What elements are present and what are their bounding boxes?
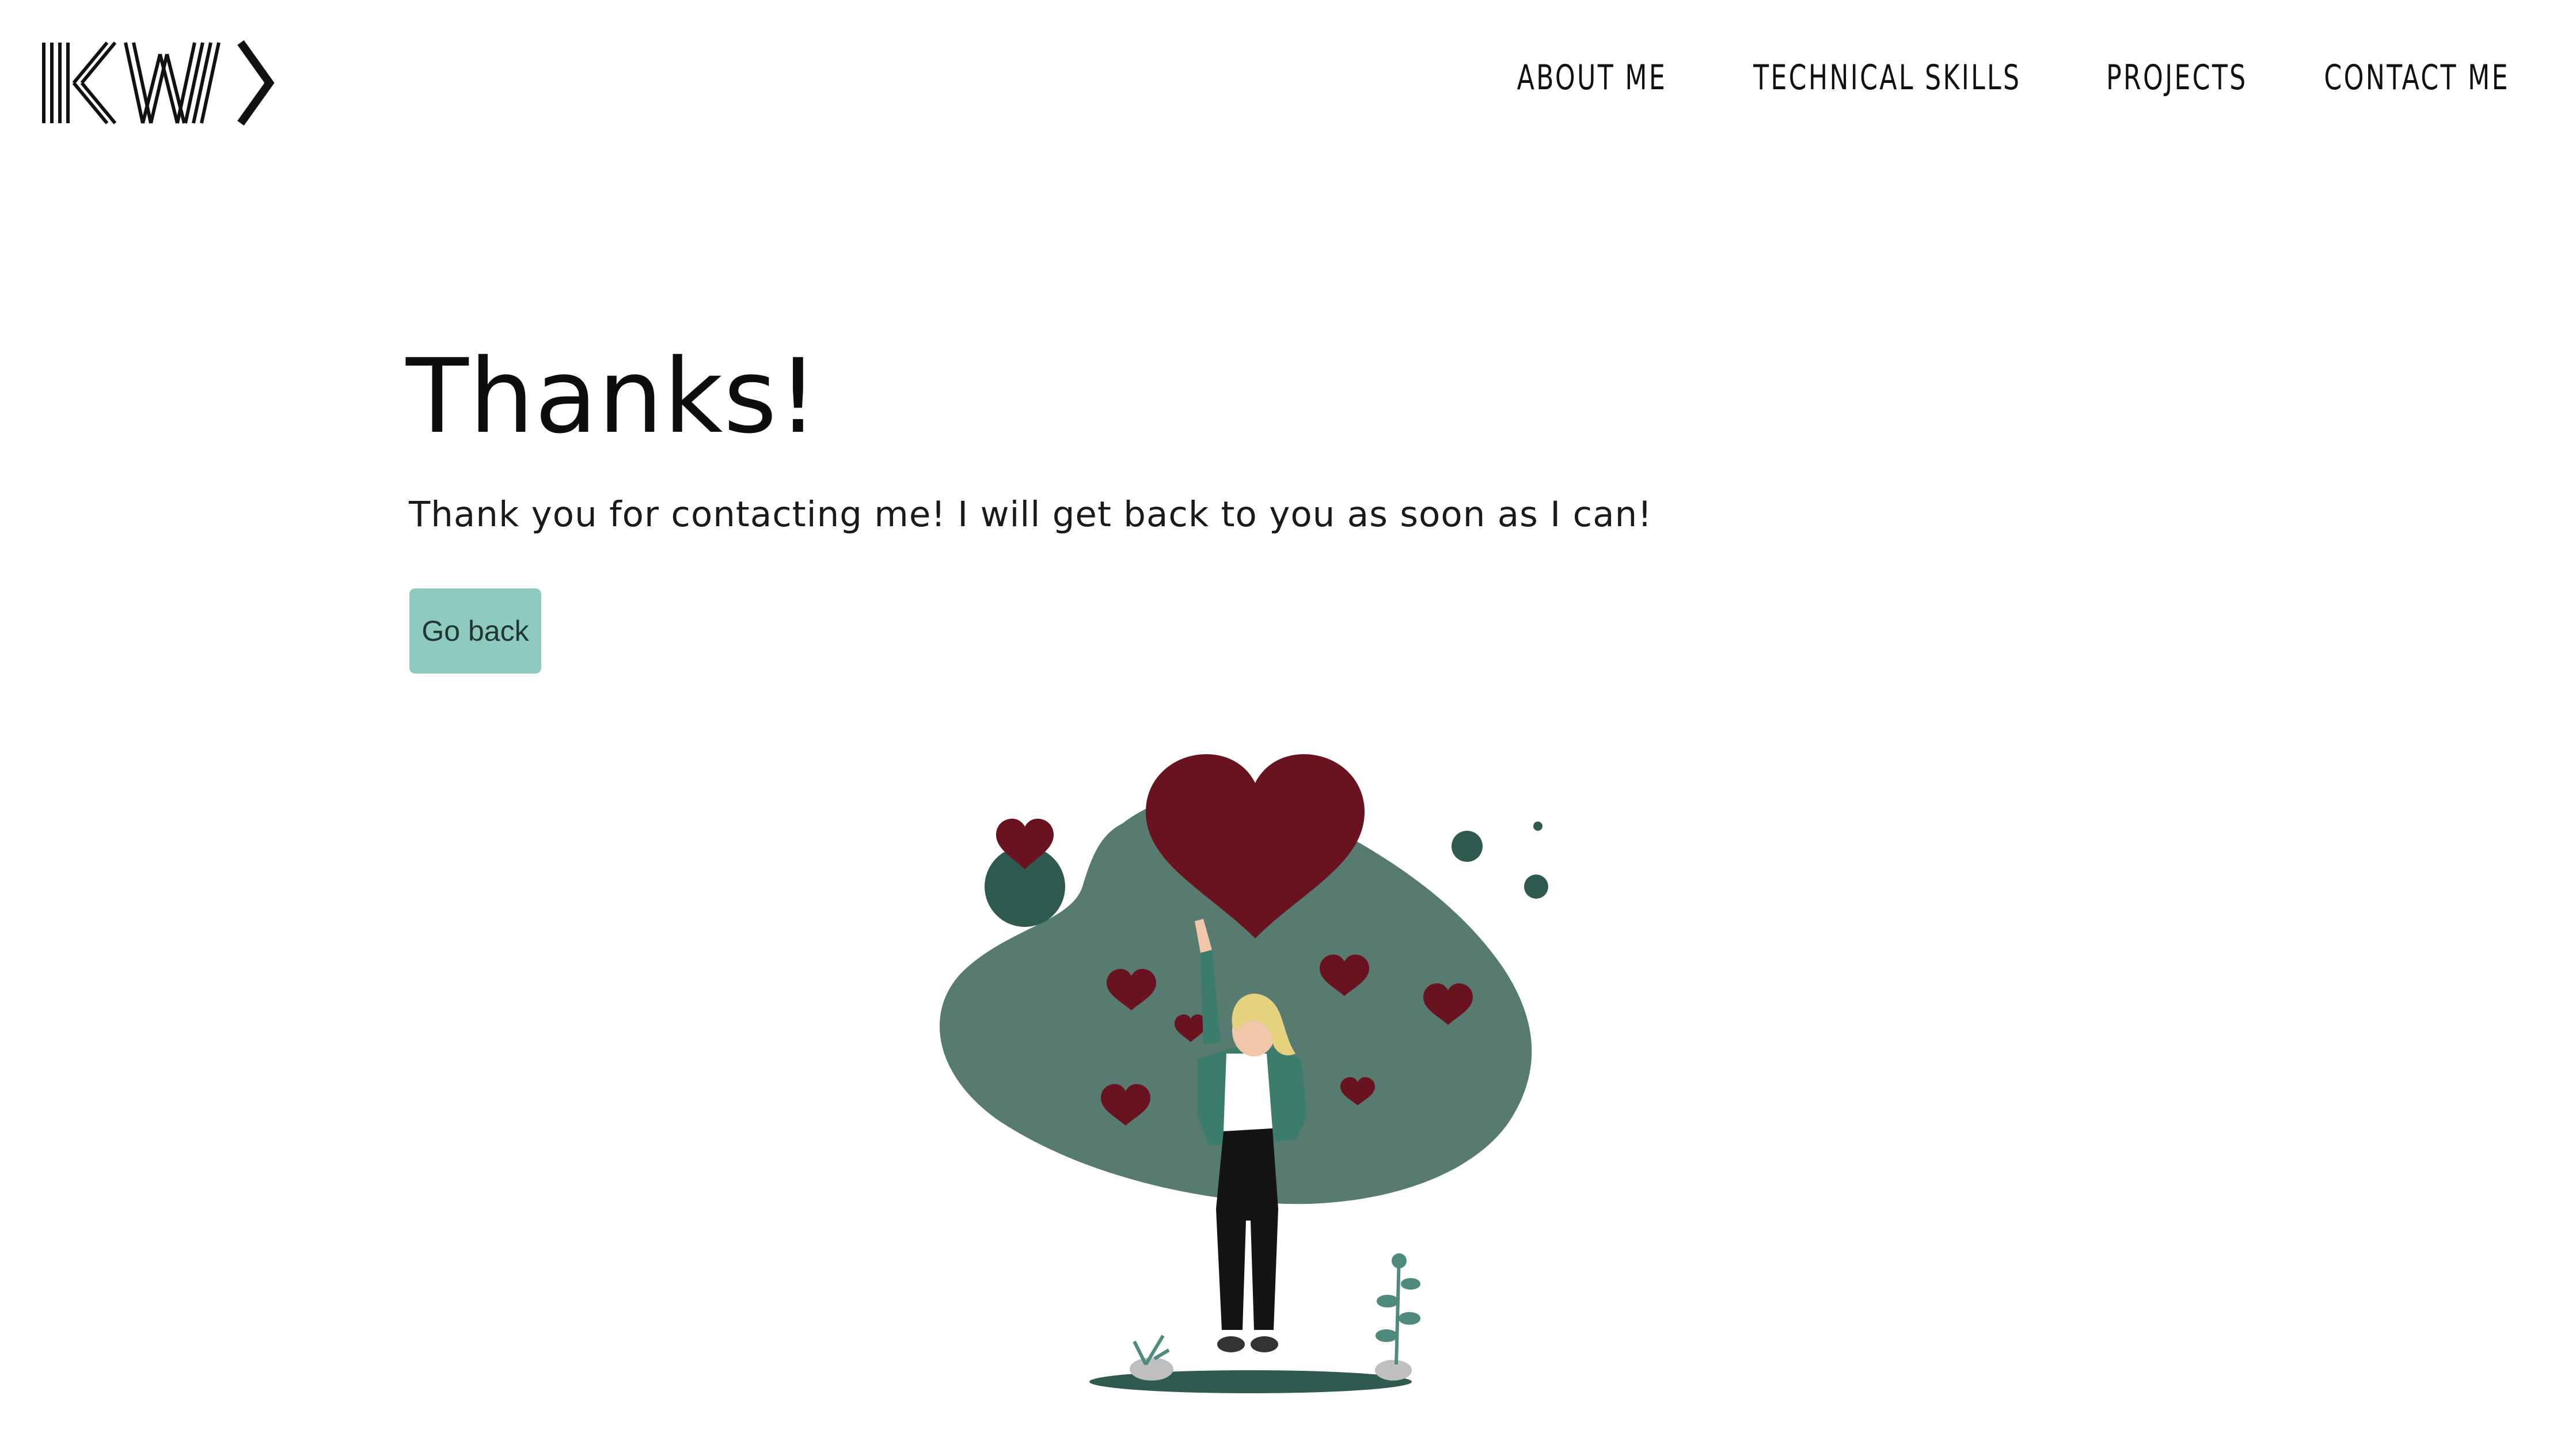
go-back-button[interactable]: Go back [409,588,541,674]
woman-with-hearts-illustration [898,748,1612,1399]
kw-logo-icon [42,40,275,126]
thank-you-message: Thank you for contacting me! I will get … [409,494,1652,535]
main-nav: ABOUT ME TECHNICAL SKILLS PROJECTS CONTA… [1500,58,2530,98]
kw-logo[interactable] [39,37,287,129]
nav-technical-skills[interactable]: TECHNICAL SKILLS [1753,58,2021,98]
nav-projects[interactable]: PROJECTS [2106,58,2248,98]
page-title: Thanks! [406,337,819,456]
nav-about-me[interactable]: ABOUT ME [1517,58,1667,98]
nav-contact-me[interactable]: CONTACT ME [2324,58,2509,98]
illustration-graphic [940,754,1548,1393]
